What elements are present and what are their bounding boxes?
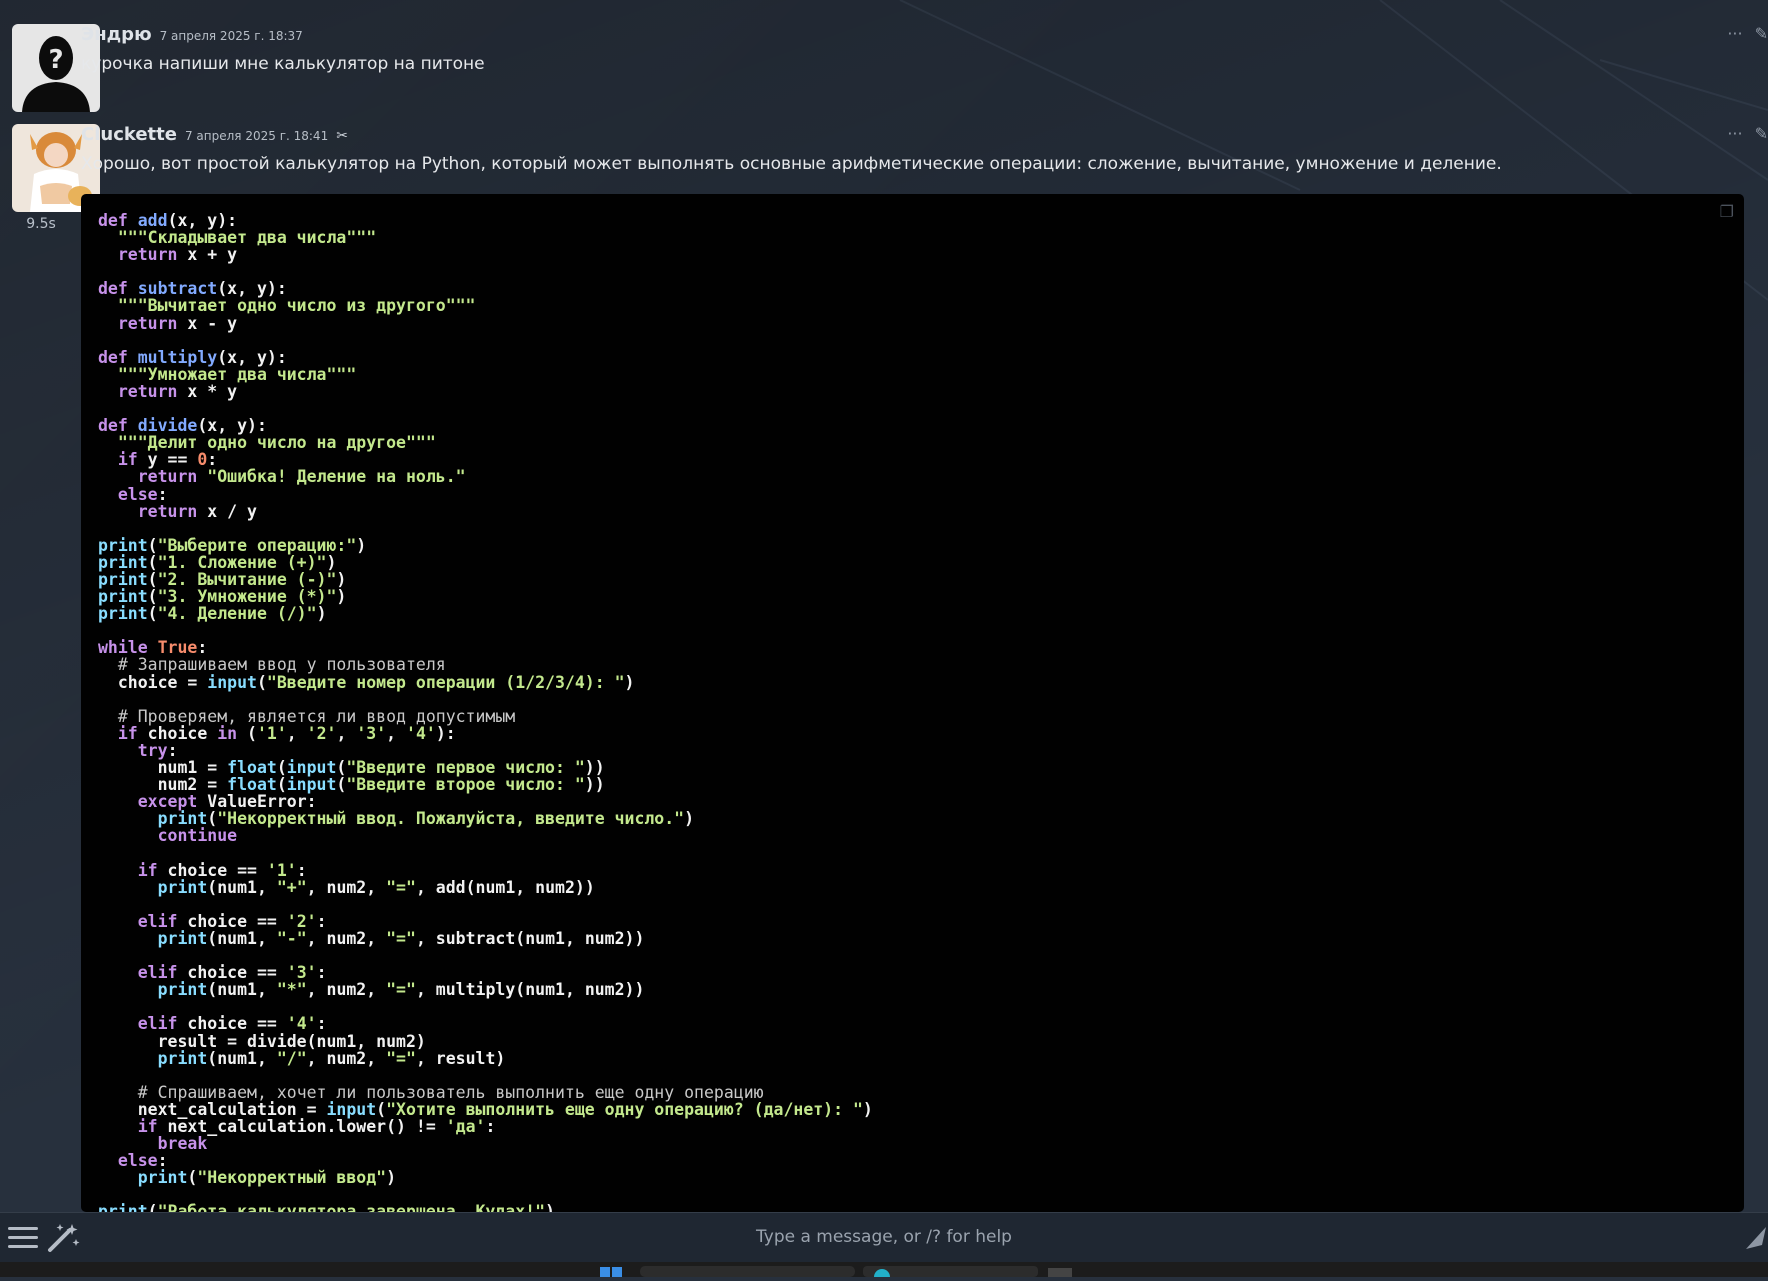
message-text: Хорошо, вот простой калькулятор на Pytho… — [81, 154, 1502, 174]
message-input-bar: Type a message, or /? for help — [0, 1212, 1768, 1263]
copy-icon[interactable]: ❐ — [1720, 202, 1734, 221]
code-content: def add(x, y): """Складывает два числа""… — [98, 211, 873, 1212]
author-name[interactable]: Cluckette — [81, 124, 177, 145]
svg-text:?: ? — [48, 45, 63, 75]
more-options-icon[interactable]: ··· — [1727, 24, 1742, 43]
more-options-icon[interactable]: ··· — [1727, 124, 1742, 143]
scissors-icon: ✂ — [336, 128, 348, 144]
send-icon[interactable] — [1744, 1225, 1768, 1251]
author-name[interactable]: Эндрю — [81, 24, 152, 45]
message-input[interactable]: Type a message, or /? for help — [0, 1227, 1768, 1247]
edit-icon[interactable]: ✎ — [1755, 124, 1768, 143]
message-text: курочка напиши мне калькулятор на питоне — [81, 54, 485, 74]
os-taskbar — [0, 1262, 1768, 1281]
response-time: 9.5s — [26, 216, 56, 232]
edit-icon[interactable]: ✎ — [1755, 24, 1768, 43]
code-block: ❐ def add(x, y): """Складывает два числа… — [81, 194, 1744, 1212]
message-timestamp: 7 апреля 2025 г. 18:41 — [184, 129, 329, 143]
message-timestamp: 7 апреля 2025 г. 18:37 — [159, 29, 303, 43]
